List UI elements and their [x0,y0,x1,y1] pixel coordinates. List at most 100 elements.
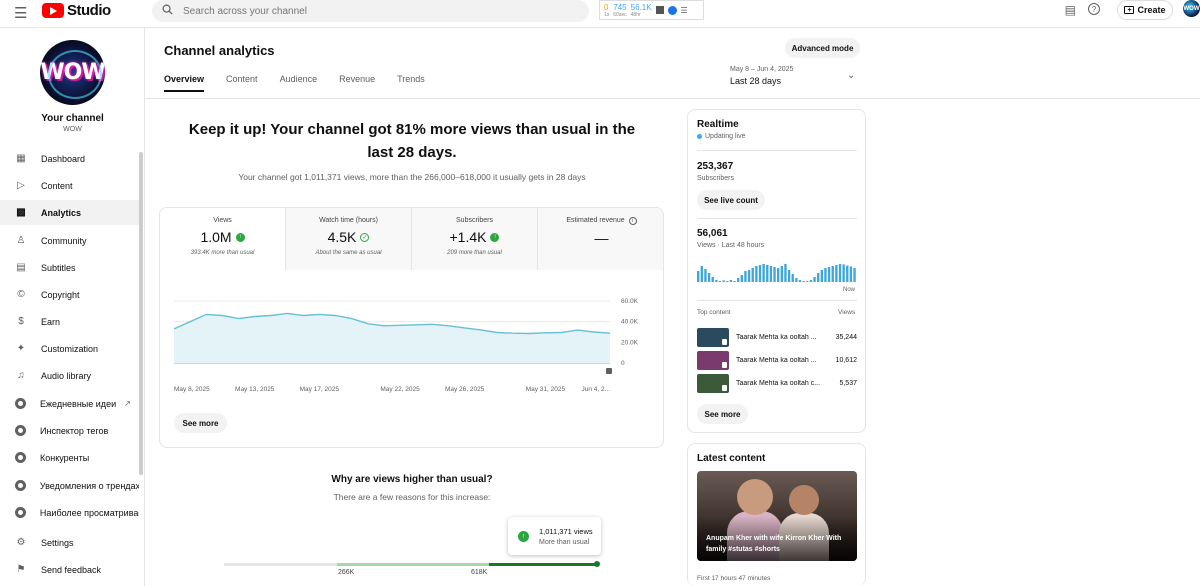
video-title: Taarak Mehta ka ooltah ... [736,356,817,364]
realtime-bar [787,270,791,282]
realtime-views-chart[interactable] [697,262,857,282]
sidebar-item-earn[interactable]: $ Earn [0,309,139,334]
views-tooltip: ↑ 1,011,371 views More than usual [508,517,601,555]
sidebar-item-audio-library[interactable]: ♫ Audio library [0,363,139,388]
sidebar-item-content[interactable]: ▷ Content [0,173,139,198]
realtime-bar [769,266,773,282]
sidebar-scrollbar[interactable] [139,152,143,475]
metric-label: Watch time (hours) [319,217,378,224]
realtime-views-label: Views · Last 48 hours [697,242,765,249]
sidebar-item-label: Customization [41,343,99,354]
top-content-row[interactable]: Taarak Mehta ka ooltah ... 10,612 [697,350,857,370]
sidebar-item-tag-inspector[interactable]: Инспектор тегов [0,418,139,443]
search-box[interactable] [152,0,589,22]
ext-stat-1s: 0 1s [604,2,610,18]
see-more-button[interactable]: See more [697,404,748,424]
feedback-icon: ⚑ [16,564,26,575]
sidebar-item-settings[interactable]: ⚙ Settings [0,530,139,555]
sidebar-item-competitors[interactable]: Конкуренты [0,445,139,470]
community-icon: ♙ [16,235,26,246]
captions-icon[interactable]: ▤ [1065,3,1076,17]
realtime-bar [831,266,834,282]
realtime-bar [817,273,820,282]
metric-note: 393.4K more than usual [190,250,255,256]
metric-watch-time[interactable]: Watch time (hours) 4.5K ✓ About the same … [286,208,412,270]
realtime-bar [766,265,769,282]
sidebar-item-send-feedback[interactable]: ⚑ Send feedback [0,557,139,582]
sidebar-item-subtitles[interactable]: ▤ Subtitles [0,255,139,280]
realtime-bar [853,268,856,282]
dashboard-icon: ▦ [16,153,26,164]
search-input[interactable] [183,5,563,17]
menu-icon[interactable]: ☰ [14,4,27,22]
sidebar-item-most-viewed[interactable]: Наиболее просматриваемые [0,500,139,525]
sidebar-item-copyright[interactable]: © Copyright [0,282,139,307]
metrics-card: Views 1.0M ↑ 393.4K more than usual Watch… [159,207,664,448]
views-chart[interactable]: 60.0K 40.0K 20.0K 0 May 8, 2025 May 13, 2025 M… [170,293,650,398]
latest-video-thumbnail[interactable]: Anupam Kher with wife Kirron Kher With f… [697,471,857,561]
date-range-picker[interactable]: May 8 – Jun 4, 2025 Last 28 days [730,66,793,86]
realtime-bar [835,265,838,282]
earn-icon: $ [18,316,24,327]
metric-subscribers[interactable]: Subscribers +1.4K ↑ 209 more than usual [412,208,538,270]
account-avatar[interactable]: WOW [1183,0,1200,17]
tab-revenue[interactable]: Revenue [339,74,375,92]
tab-content[interactable]: Content [226,74,258,92]
sidebar-item-dashboard[interactable]: ▦ Dashboard [0,146,139,171]
channel-avatar-text: WOW [40,60,105,85]
tab-trends[interactable]: Trends [397,74,425,92]
extension-icon [15,425,26,436]
metric-estimated-revenue[interactable]: Estimated revenue i — [538,208,663,270]
extension-icon [15,507,26,518]
metric-note: 209 more than usual [447,250,502,256]
top-content-label: Top content [697,309,731,316]
channel-avatar[interactable]: WOW [40,40,105,105]
top-bar: ☰ Studio 01s 74560sec 56.1K48hr ☰ ▤ ? + … [0,0,1200,28]
help-icon[interactable]: ? [1088,3,1100,15]
x-tick-label: May 31, 2025 [526,386,566,393]
arrow-up-icon: ↑ [518,530,529,542]
realtime-bar [758,265,762,282]
realtime-bar [718,281,722,282]
settings-icon: ⚙ [16,537,26,548]
account-avatar-text: WOW [1183,5,1200,12]
sidebar-item-community[interactable]: ♙ Community [0,228,139,253]
advanced-mode-button[interactable]: Advanced mode [785,38,860,58]
see-live-count-button[interactable]: See live count [697,190,765,210]
logo-text: Studio [67,2,111,19]
metric-value: 1.0M [200,229,232,245]
top-content-row[interactable]: Taarak Mehta ka ooltah ... 35,244 [697,327,857,347]
tooltip-value: 1,011,371 views [539,526,593,536]
channel-name[interactable]: Your channel [0,113,145,124]
sidebar-item-trend-alerts[interactable]: Уведомления о трендах [0,473,139,498]
sidebar-item-label: Subtitles [41,262,76,273]
info-icon[interactable]: i [628,217,637,225]
tooltip-note: More than usual [539,538,590,546]
realtime-bar [824,268,827,282]
top-content-row[interactable]: Taarak Mehta ka ooltah c... 5,537 [697,373,857,393]
video-upload-marker-icon[interactable] [606,368,612,374]
tab-overview[interactable]: Overview [164,74,205,92]
tab-audience[interactable]: Audience [280,74,318,92]
sidebar-item-analytics[interactable]: ▩ Analytics [0,200,139,225]
chevron-down-icon[interactable]: ⌄ [847,70,855,81]
realtime-title: Realtime [697,119,739,130]
create-button[interactable]: + Create [1117,0,1173,20]
ext-menu-icon[interactable]: ☰ [681,6,688,15]
realtime-bar [777,268,780,282]
analytics-icon: ▩ [16,207,26,218]
ext-stat-48hr: 56.1K 48hr [630,2,652,18]
studio-logo[interactable]: Studio [42,2,111,19]
realtime-bar [700,266,703,282]
page-title: Channel analytics [164,43,275,58]
sidebar-item-label: Earn [41,316,61,327]
metric-tabs: Views 1.0M ↑ 393.4K more than usual Watch… [160,208,663,270]
metric-views[interactable]: Views 1.0M ↑ 393.4K more than usual [160,208,286,270]
sidebar-item-daily-ideas[interactable]: Ежедневные идеи ↗ [0,391,139,416]
extension-widget[interactable]: 0 1s 745 60sec 56.1K 48hr ☰ [599,0,704,20]
see-more-button[interactable]: See more [174,413,227,433]
sidebar-item-customization[interactable]: ✦ Customization [0,336,139,361]
arrow-up-icon: ↑ [490,232,500,242]
range-bar-current [489,563,597,566]
content-icon: ▷ [17,180,25,191]
